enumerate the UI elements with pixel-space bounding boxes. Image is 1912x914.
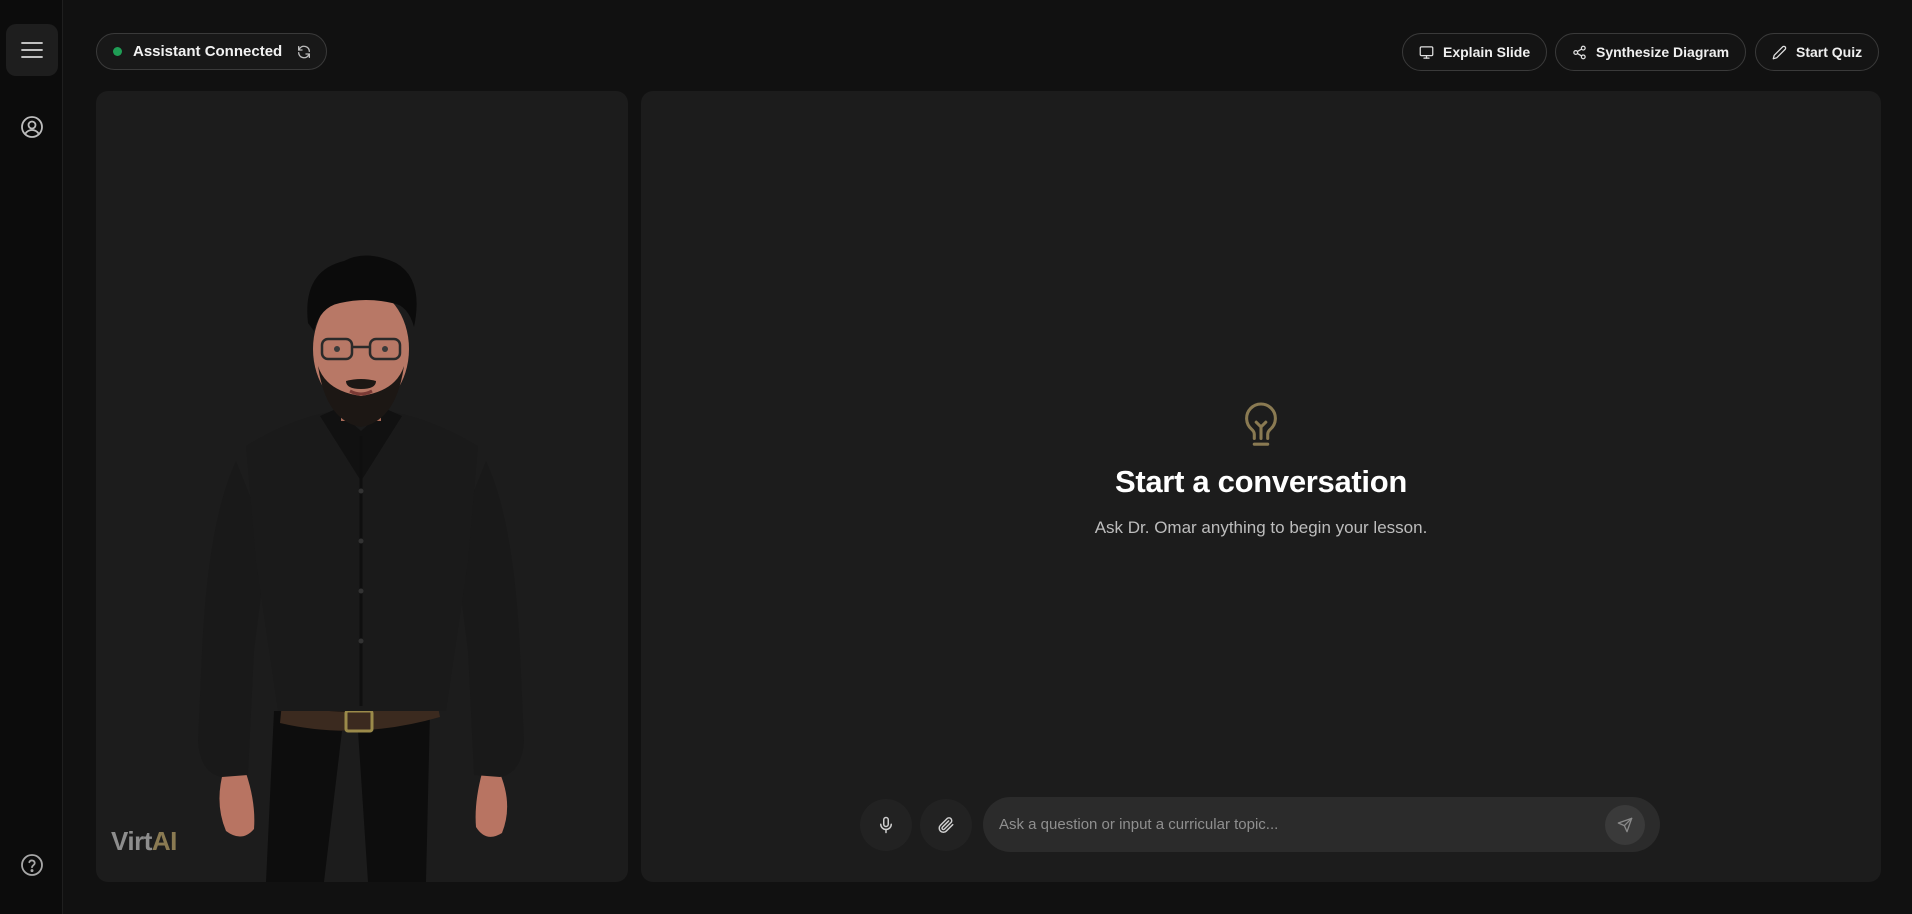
assistant-status-pill: Assistant Connected [96, 33, 327, 70]
start-quiz-button[interactable]: Start Quiz [1755, 33, 1880, 71]
chat-input-container [983, 797, 1660, 852]
explain-slide-button[interactable]: Explain Slide [1402, 33, 1548, 71]
sidebar [0, 0, 63, 914]
refresh-icon [298, 45, 311, 58]
explain-slide-label: Explain Slide [1443, 44, 1531, 60]
microphone-button[interactable] [860, 799, 912, 851]
microphone-icon [880, 816, 892, 834]
refresh-button[interactable] [296, 44, 312, 60]
share-nodes-icon [1573, 45, 1586, 59]
pencil-icon [1772, 45, 1787, 59]
send-button[interactable] [1605, 805, 1645, 845]
lightbulb-icon [1245, 402, 1277, 446]
status-indicator-dot [113, 47, 122, 56]
start-quiz-label: Start Quiz [1796, 44, 1863, 60]
chat-input[interactable] [999, 797, 1589, 852]
empty-state-subtitle: Ask Dr. Omar anything to begin your less… [1094, 518, 1428, 537]
attach-button[interactable] [920, 799, 972, 851]
empty-state-title: Start a conversation [1114, 464, 1408, 499]
brand-part-virt: Virt [111, 826, 152, 856]
help-button[interactable] [19, 852, 45, 878]
avatar-panel: VirtAI [96, 91, 628, 882]
empty-state: Start a conversation Ask Dr. Omar anythi… [641, 401, 1881, 538]
send-icon [1617, 817, 1633, 833]
status-label: Assistant Connected [133, 43, 283, 60]
monitor-icon [1419, 45, 1434, 59]
paperclip-icon [938, 817, 954, 834]
profile-button[interactable] [19, 114, 45, 140]
chat-panel: Start a conversation Ask Dr. Omar anythi… [641, 91, 1881, 882]
help-circle-icon [21, 854, 43, 876]
user-circle-icon [21, 116, 43, 138]
synthesize-diagram-button[interactable]: Synthesize Diagram [1555, 33, 1747, 71]
avatar-figure [198, 255, 524, 882]
menu-icon [21, 42, 43, 58]
brand-part-ai: AI [151, 826, 178, 856]
synthesize-diagram-label: Synthesize Diagram [1596, 44, 1730, 60]
virtai-logo: VirtAI [111, 826, 177, 857]
menu-button[interactable] [6, 24, 58, 76]
